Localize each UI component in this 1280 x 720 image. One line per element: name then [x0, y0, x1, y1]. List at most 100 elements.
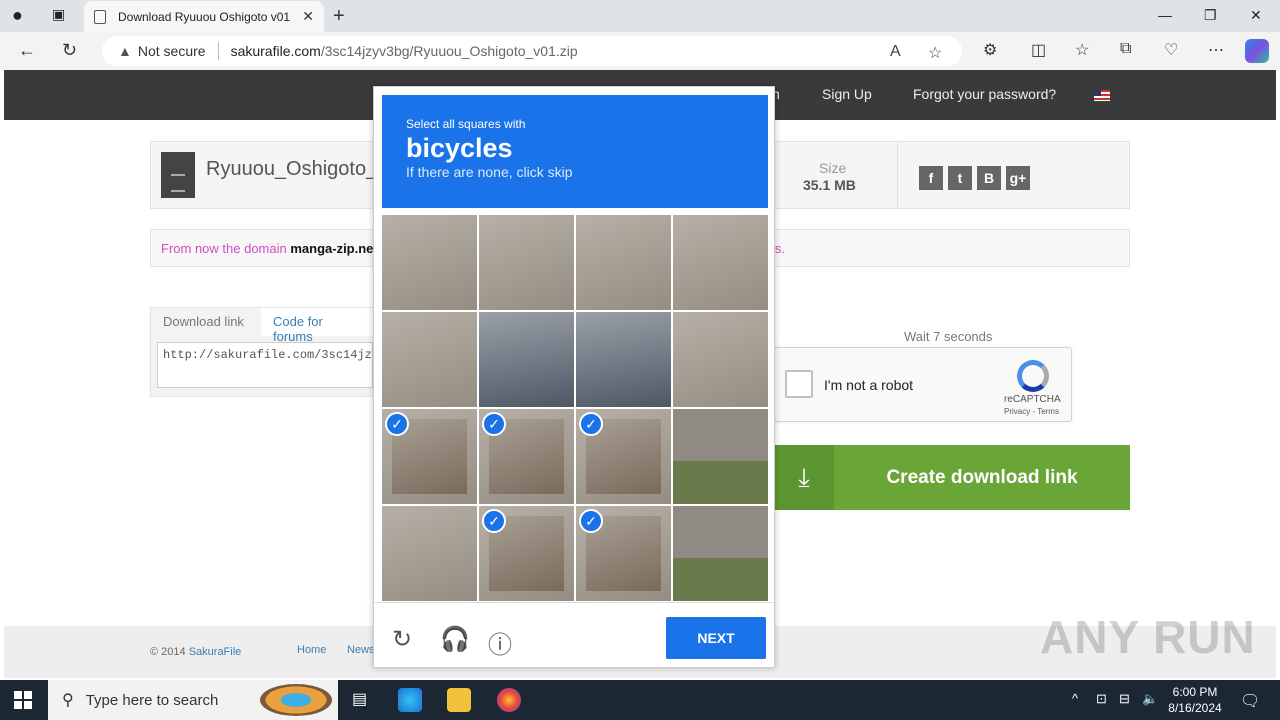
- url-host: sakurafile.com: [230, 43, 321, 59]
- tab-active[interactable]: Download Ryuuou Oshigoto v01 ✕: [84, 1, 324, 32]
- recaptcha-brand: reCAPTCHA: [1004, 394, 1061, 405]
- file-explorer-icon[interactable]: [447, 688, 471, 712]
- back-button[interactable]: ←: [18, 40, 36, 61]
- search-icon: ⚲: [62, 692, 74, 709]
- new-tab-button[interactable]: +: [333, 5, 345, 28]
- file-icon: [161, 152, 195, 198]
- firefox-icon[interactable]: [497, 688, 521, 712]
- security-label: Not secure: [137, 43, 206, 59]
- edge-icon[interactable]: [398, 688, 422, 712]
- wait-text: Wait 7 seconds: [904, 329, 993, 344]
- split-screen-icon[interactable]: ◫: [1031, 40, 1046, 60]
- taskbar: ⚲ Type here to search ▤ ^ ⊡ ⊟ 🔈 6:00 PM …: [0, 680, 1280, 720]
- grid-tile[interactable]: [479, 312, 574, 407]
- grid-tile[interactable]: [673, 312, 768, 407]
- download-link-field[interactable]: http://sakurafile.com/3sc14jzy: [157, 342, 373, 388]
- create-download-link-label: Create download link: [886, 466, 1078, 488]
- challenge-object: bicycles: [406, 133, 513, 163]
- notifications-icon[interactable]: 🗨: [1240, 691, 1260, 711]
- image-grid: ✓ ✓ ✓ ✓ ✓: [382, 215, 768, 601]
- grid-tile[interactable]: [382, 312, 477, 407]
- grid-tile-selected[interactable]: ✓: [576, 506, 671, 601]
- info-icon[interactable]: ⓘ: [488, 625, 512, 660]
- grid-tile-selected[interactable]: ✓: [479, 409, 574, 504]
- refresh-button[interactable]: ↻: [62, 40, 77, 61]
- grid-tile[interactable]: [673, 506, 768, 601]
- tab-download-link[interactable]: Download link: [151, 308, 256, 336]
- read-aloud-icon[interactable]: A: [890, 43, 901, 61]
- favorite-star-icon[interactable]: ☆: [928, 43, 942, 63]
- clock-date: 8/16/2024: [1168, 701, 1222, 715]
- check-icon: ✓: [482, 412, 506, 436]
- extensions-icon[interactable]: ⚙: [983, 40, 997, 60]
- profile-icon[interactable]: ●: [12, 5, 23, 26]
- grid-tile[interactable]: [382, 215, 477, 310]
- recaptcha-challenge: Select all squares with bicycles If ther…: [373, 86, 775, 668]
- challenge-footer: ↻ 🎧 ⓘ NEXT: [374, 602, 774, 668]
- grid-tile-selected[interactable]: ✓: [479, 506, 574, 601]
- tab-bar: ● ▣ Download Ryuuou Oshigoto v01 ✕ + — ❐…: [0, 0, 1280, 32]
- grid-tile-selected[interactable]: ✓: [382, 409, 477, 504]
- tab-actions-icon[interactable]: ▣: [52, 6, 65, 23]
- facebook-icon[interactable]: f: [919, 166, 943, 190]
- grid-tile[interactable]: [673, 409, 768, 504]
- show-hidden-icons-icon[interactable]: ^: [1072, 691, 1078, 706]
- brand-link[interactable]: SakuraFile: [189, 646, 242, 658]
- challenge-header: Select all squares with bicycles If ther…: [382, 95, 768, 208]
- grid-tile[interactable]: [382, 506, 477, 601]
- size-value: 35.1 MB: [803, 177, 856, 193]
- notice-prefix: From now the domain: [161, 241, 291, 256]
- recaptcha-widget: I'm not a robot reCAPTCHA Privacy - Term…: [774, 347, 1072, 422]
- collections-icon[interactable]: ⧉: [1120, 40, 1131, 58]
- divider: [897, 142, 898, 208]
- device-icon[interactable]: ⊡: [1096, 691, 1107, 707]
- signup-link[interactable]: Sign Up: [822, 86, 872, 102]
- tab-code-for-forums[interactable]: Code for forums: [261, 308, 377, 344]
- google-plus-icon[interactable]: g+: [1006, 166, 1030, 190]
- anyrun-watermark: ANY RUN: [1040, 611, 1256, 663]
- recaptcha-terms-link[interactable]: Privacy - Terms: [1004, 407, 1059, 416]
- minimize-button[interactable]: —: [1158, 7, 1172, 23]
- create-download-link-button[interactable]: ⤓ Create download link: [774, 445, 1130, 510]
- grid-tile[interactable]: [479, 215, 574, 310]
- download-link-panel: Download link Code for forums http://sak…: [150, 307, 378, 397]
- forgot-password-link[interactable]: Forgot your password?: [913, 86, 1056, 102]
- url-path: /3sc14jzyv3bg/Ryuuou_Oshigoto_v01.zip: [320, 43, 578, 59]
- close-tab-icon[interactable]: ✕: [302, 8, 314, 25]
- copyright: © 2014 SakuraFile: [150, 646, 242, 658]
- vk-icon[interactable]: B: [977, 166, 1001, 190]
- file-name: Ryuuou_Oshigoto_v: [206, 158, 388, 180]
- check-icon: ✓: [579, 412, 603, 436]
- maximize-button[interactable]: ❐: [1204, 7, 1217, 24]
- windows-start-icon[interactable]: [14, 691, 32, 709]
- search-placeholder: Type here to search: [85, 691, 219, 709]
- performance-icon[interactable]: ♡: [1164, 40, 1178, 60]
- twitter-icon[interactable]: t: [948, 166, 972, 190]
- search-highlight-icon: [260, 684, 332, 716]
- grid-tile[interactable]: [673, 215, 768, 310]
- footer-home-link[interactable]: Home: [297, 644, 326, 656]
- close-window-button[interactable]: ✕: [1250, 7, 1262, 24]
- us-flag-icon[interactable]: [1094, 90, 1110, 101]
- volume-icon[interactable]: 🔈: [1142, 691, 1158, 707]
- task-view-icon[interactable]: ▤: [352, 689, 367, 709]
- next-button[interactable]: NEXT: [666, 617, 766, 659]
- grid-tile[interactable]: [576, 215, 671, 310]
- audio-challenge-icon[interactable]: 🎧: [440, 625, 470, 654]
- browser-chrome: ● ▣ Download Ryuuou Oshigoto v01 ✕ + — ❐…: [0, 0, 1280, 70]
- copilot-icon[interactable]: [1245, 39, 1269, 63]
- more-menu-icon[interactable]: ⋯: [1208, 40, 1224, 60]
- challenge-hint: If there are none, click skip: [406, 164, 573, 180]
- recaptcha-checkbox[interactable]: [785, 370, 813, 398]
- favorites-icon[interactable]: ☆: [1075, 40, 1089, 60]
- grid-tile[interactable]: [576, 312, 671, 407]
- grid-tile-selected[interactable]: ✓: [576, 409, 671, 504]
- taskbar-search[interactable]: ⚲ Type here to search: [48, 680, 338, 720]
- footer-news-link[interactable]: News: [347, 644, 375, 656]
- network-icon[interactable]: ⊟: [1119, 691, 1130, 707]
- taskbar-clock[interactable]: 6:00 PM 8/16/2024: [1165, 684, 1225, 716]
- clock-time: 6:00 PM: [1172, 685, 1218, 699]
- reload-icon[interactable]: ↻: [392, 625, 412, 654]
- check-icon: ✓: [385, 412, 409, 436]
- address-bar[interactable]: ▲ Not secure sakurafile.com /3sc14jzyv3b…: [102, 36, 962, 66]
